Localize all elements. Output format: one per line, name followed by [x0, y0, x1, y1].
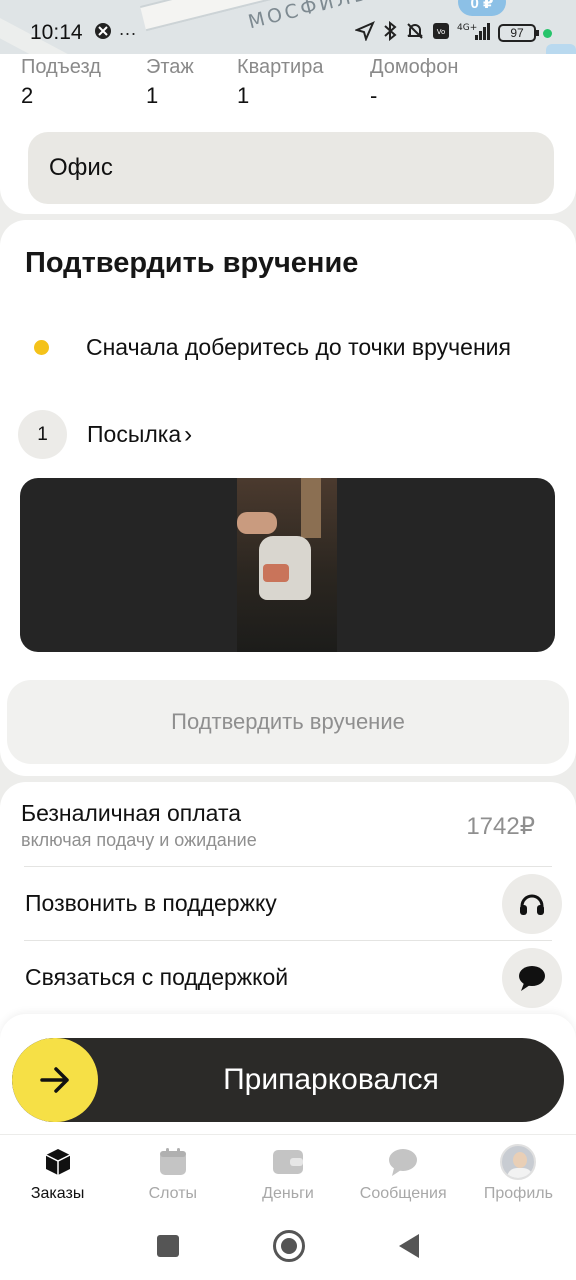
calendar-icon [158, 1145, 188, 1179]
more-notifications-icon: ··· [118, 22, 137, 43]
confirm-delivery-card: Подтвердить вручение Сначала доберитесь … [0, 220, 576, 776]
status-time: 10:14 [30, 21, 83, 44]
bottom-navigation: Заказы Слоты Деньги Сообщения Профиль [0, 1134, 576, 1212]
back-icon[interactable] [399, 1234, 419, 1258]
address-fields: Подъезд 2 Этаж 1 Квартира 1 Домофон - [21, 56, 541, 108]
volte-icon: Vo [432, 22, 450, 45]
parked-label: Припарковался [223, 1063, 439, 1096]
photo-door [301, 478, 321, 538]
parcel-link[interactable]: 1 Посылка › [18, 410, 192, 459]
message-icon [387, 1145, 419, 1179]
headset-icon[interactable] [502, 874, 562, 934]
nav-money-label: Деньги [262, 1185, 314, 1202]
arrow-right-icon[interactable] [12, 1038, 98, 1122]
floor-field: Этаж 1 [146, 56, 194, 109]
nav-profile-label: Профиль [483, 1185, 553, 1202]
privacy-indicator [543, 28, 552, 38]
address-card: Подъезд 2 Этаж 1 Квартира 1 Домофон - Оф… [0, 54, 576, 214]
apartment-label: Квартира [237, 56, 324, 78]
payment-amount: 1742₽ [466, 813, 535, 840]
parcel-photo[interactable] [20, 478, 555, 652]
recent-apps-icon[interactable] [157, 1235, 179, 1257]
wallet-icon [272, 1145, 304, 1179]
chat-bubble-icon[interactable] [502, 948, 562, 1008]
arrival-hint-text: Сначала доберитесь до точки вручения [86, 334, 511, 360]
nav-slots-label: Слоты [148, 1185, 198, 1202]
apartment-value: 1 [237, 83, 250, 108]
profile-avatar [500, 1144, 537, 1180]
app-notification-icon [93, 21, 113, 46]
network-label: 4G+ [457, 23, 477, 33]
avatar [500, 1144, 537, 1180]
avatar-face [513, 1152, 528, 1168]
nav-profile[interactable]: Профиль [461, 1135, 576, 1212]
chat-support-label: Связаться с поддержкой [25, 964, 289, 990]
svg-text:Vo: Vo [437, 28, 446, 36]
home-icon-inner [281, 1238, 297, 1254]
parked-slide-button[interactable]: Припарковался [12, 1038, 564, 1122]
location-arrow-icon [354, 20, 375, 46]
payment-note: включая подачу и ожидание [21, 830, 257, 850]
arrival-hint: Сначала доберитесь до точки вручения [34, 334, 511, 361]
address-comment: Офис [28, 132, 554, 204]
chat-support-row[interactable]: Связаться с поддержкой [0, 942, 576, 1014]
intercom-field: Домофон - [370, 56, 458, 109]
nav-orders-label: Заказы [30, 1185, 85, 1202]
photo-bag-print [263, 564, 289, 582]
entrance-value: 2 [21, 83, 34, 108]
status-bar: 10:14 ··· Vo 4G+ 97 [0, 16, 576, 50]
system-navigation [0, 1212, 576, 1280]
apartment-field: Квартира 1 [237, 56, 323, 109]
parcel-label: Посылка [87, 421, 182, 447]
map-balance-badge: 0 ₽ [458, 0, 506, 16]
nav-slots[interactable]: Слоты [115, 1135, 230, 1212]
call-support-label: Позвонить в поддержку [25, 890, 277, 916]
floor-label: Этаж [146, 56, 194, 78]
signal-icon: 4G+ [457, 21, 491, 46]
parcel-count-badge: 1 [18, 410, 67, 459]
payment-method: Безналичная оплата [21, 800, 242, 826]
photo-hand [237, 512, 277, 534]
chevron-right-icon: › [184, 420, 193, 448]
call-support-row[interactable]: Позвонить в поддержку [0, 868, 576, 940]
bluetooth-icon [382, 20, 398, 46]
entrance-field: Подъезд 2 [21, 56, 101, 109]
avatar-body [507, 1168, 534, 1178]
nav-orders[interactable]: Заказы [0, 1135, 115, 1212]
divider [24, 866, 552, 867]
intercom-value: - [370, 83, 378, 108]
divider [24, 940, 552, 941]
parcel-photo-image [237, 478, 337, 652]
status-dot-icon [34, 340, 49, 355]
intercom-label: Домофон [370, 56, 459, 78]
entrance-label: Подъезд [21, 56, 101, 78]
confirm-title: Подтвердить вручение [25, 247, 359, 279]
orders-box-icon [42, 1145, 74, 1179]
confirm-delivery-button[interactable]: Подтвердить вручение [7, 680, 569, 764]
nav-messages-label: Сообщения [359, 1185, 447, 1202]
nav-money[interactable]: Деньги [230, 1135, 345, 1212]
home-icon[interactable] [273, 1230, 305, 1262]
action-sheet: Припарковался [0, 1014, 576, 1134]
battery-icon: 97 [498, 24, 539, 42]
floor-value: 1 [146, 83, 159, 108]
bell-muted-icon [405, 21, 425, 46]
nav-messages[interactable]: Сообщения [346, 1135, 461, 1212]
